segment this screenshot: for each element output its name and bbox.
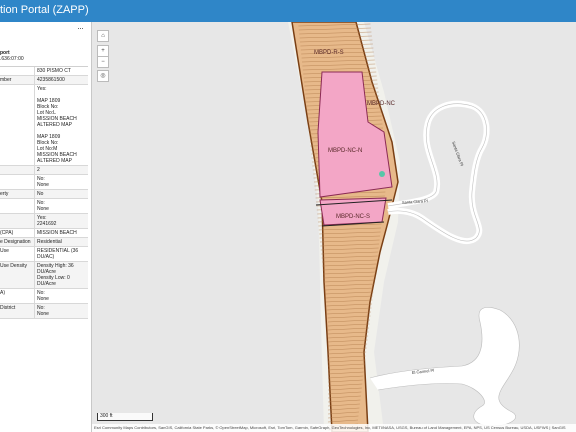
report-row-key xyxy=(0,199,35,213)
selected-parcel-marker[interactable] xyxy=(379,171,385,177)
zone-nc-s xyxy=(319,197,387,226)
report-row: No: None xyxy=(0,199,88,214)
report-row-key xyxy=(0,67,35,75)
report-row: Yes: MAP 1809 Block No: Lot No:L MISSION… xyxy=(0,85,88,166)
report-header: port .636:07:00 xyxy=(0,50,24,62)
report-row-value: No: None xyxy=(37,200,49,212)
report-row-key: e Designation xyxy=(0,238,35,246)
report-row-value: MISSION BEACH xyxy=(37,230,77,236)
report-row-value: No: None xyxy=(37,305,49,317)
report-row-value: 4235861500 xyxy=(37,77,65,83)
report-panel: ··· port .636:07:00 830 PISMO CT mber 4235… xyxy=(0,22,92,432)
santa-clara-road xyxy=(387,100,490,245)
street-label-santa-clara-2: Santa Clara Pl xyxy=(451,141,465,167)
report-row: 830 PISMO CT xyxy=(0,67,88,76)
report-row-key: Use Density xyxy=(0,262,35,288)
scale-bar: 300 ft xyxy=(97,413,153,421)
report-row: e Designation Residential xyxy=(0,238,88,247)
report-row: District No: None xyxy=(0,304,88,319)
map-attribution: Esri Community Maps Contributors, SanGIS… xyxy=(92,424,576,432)
report-row-value: 830 PISMO CT xyxy=(37,68,71,74)
app-header: tion Portal (ZAPP) xyxy=(0,0,576,22)
report-row-key: (CPA) xyxy=(0,229,35,237)
report-row-value: Density High: 36 DU/Acre Density Low: 0 … xyxy=(37,263,74,287)
report-row-key: A) xyxy=(0,289,35,303)
report-row-key: erty xyxy=(0,190,35,198)
report-row: No: None xyxy=(0,175,88,190)
report-row: Use RESIDENTIAL (36 DU/AC) xyxy=(0,247,88,262)
report-row: 2 xyxy=(0,166,88,175)
report-row-value: Yes: 2241692 xyxy=(37,215,57,227)
report-row-key xyxy=(0,85,35,165)
report-row-value: No: None xyxy=(37,176,49,188)
locate-button[interactable]: ◎ xyxy=(97,70,109,82)
report-row: Yes: 2241692 xyxy=(0,214,88,229)
zone-label-rs: MBPD-R-S xyxy=(314,50,344,56)
report-row: Use Density Density High: 36 DU/Acre Dens… xyxy=(0,262,88,289)
report-row-key: District xyxy=(0,304,35,318)
report-row: mber 4235861500 xyxy=(0,76,88,85)
report-row-value: Yes: MAP 1809 Block No: Lot No:L MISSION… xyxy=(37,86,77,164)
report-row-key: mber xyxy=(0,76,35,84)
report-row-key xyxy=(0,175,35,189)
el-carmel-road xyxy=(369,307,520,427)
report-row-key xyxy=(0,166,35,174)
zoom-out-button[interactable]: − xyxy=(97,56,109,68)
report-row: A) No: None xyxy=(0,289,88,304)
home-button[interactable]: ⌂ xyxy=(97,30,109,42)
report-row: (CPA) MISSION BEACH xyxy=(0,229,88,238)
report-row-value: No xyxy=(37,191,44,197)
map-canvas[interactable]: Santa Clara Pl Santa Clara Pl El Carmel … xyxy=(92,22,576,432)
zone-label-nc-s: MBPD-NC-S xyxy=(336,214,370,220)
app-title: tion Portal (ZAPP) xyxy=(0,4,89,16)
report-time: .636:07:00 xyxy=(0,56,24,62)
report-row-key: Use xyxy=(0,247,35,261)
zone-label-nc-n: MBPD-NC-N xyxy=(328,148,362,154)
report-row: erty No xyxy=(0,190,88,199)
report-row-key xyxy=(0,214,35,228)
report-table: 830 PISMO CT mber 4235861500 Yes: MAP 1809 … xyxy=(0,66,88,319)
map-view[interactable]: Santa Clara Pl Santa Clara Pl El Carmel … xyxy=(92,22,576,432)
report-row-value: No: None xyxy=(37,290,49,302)
zone-label-nc: MBPD-NC xyxy=(367,101,396,107)
street-label-santa-clara: Santa Clara Pl xyxy=(402,198,428,205)
report-row-value: Residential xyxy=(37,239,62,245)
more-options-icon[interactable]: ··· xyxy=(77,23,84,33)
report-row-value: 2 xyxy=(37,167,40,173)
report-row-value: RESIDENTIAL (36 DU/AC) xyxy=(37,248,79,260)
